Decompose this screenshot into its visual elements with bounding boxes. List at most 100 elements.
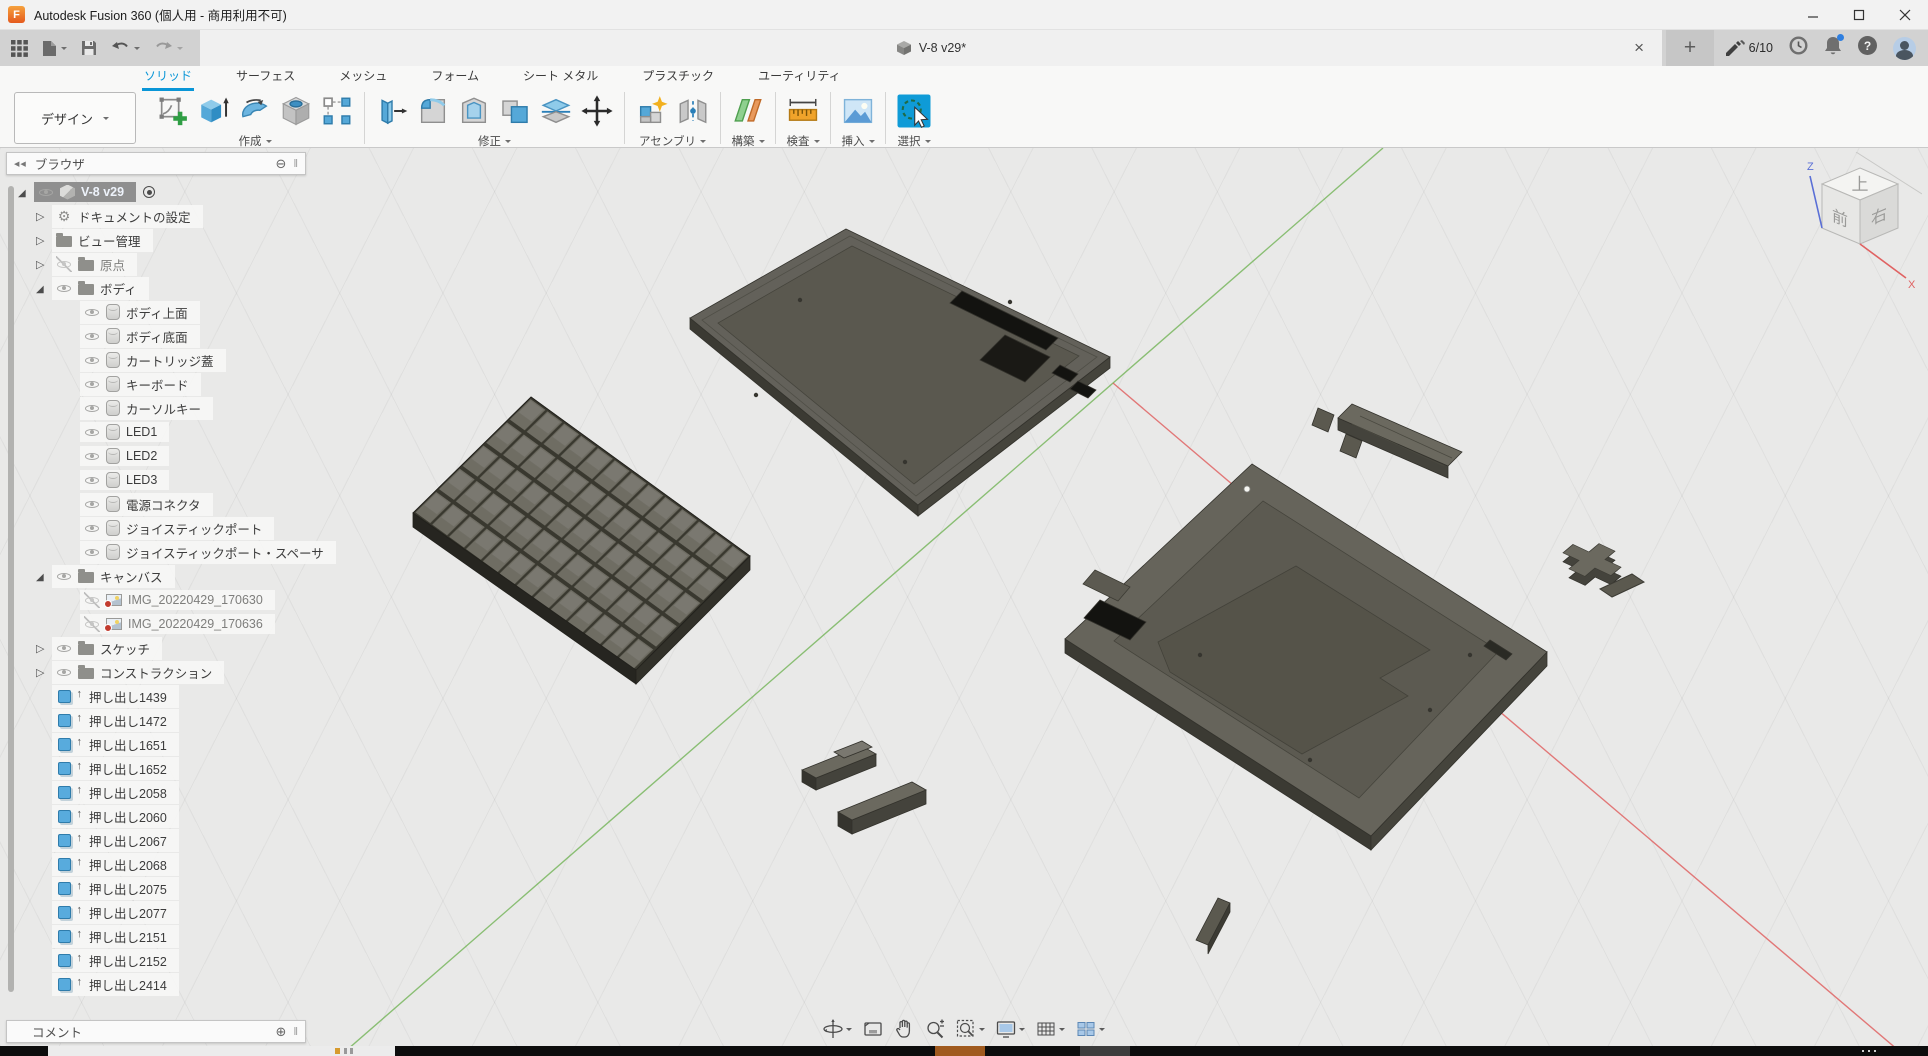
ribbon-tab[interactable]: サーフェス <box>234 64 297 91</box>
assemble-group-label[interactable]: アセンブリ <box>639 133 706 149</box>
visibility-eye-icon[interactable] <box>84 352 100 368</box>
tree-row[interactable]: LED1 <box>6 420 306 444</box>
visibility-eye-icon[interactable] <box>56 256 72 272</box>
close-button[interactable] <box>1882 0 1928 29</box>
revolve-button[interactable] <box>237 93 273 129</box>
tree-row[interactable]: キャンバス <box>6 564 306 588</box>
tree-row[interactable]: 押し出し2068 <box>6 852 306 876</box>
tree-row[interactable]: 押し出し2151 <box>6 924 306 948</box>
ribbon-tab[interactable]: ソリッド <box>142 64 194 91</box>
comment-header[interactable]: コメント ⊕ <box>6 1020 306 1043</box>
tree-row[interactable]: V-8 v29 <box>6 180 306 204</box>
tree-row[interactable]: カートリッジ蓋 <box>6 348 306 372</box>
tree-row[interactable]: 押し出し2152 <box>6 948 306 972</box>
tree-row[interactable]: 押し出し1651 <box>6 732 306 756</box>
visibility-eye-icon[interactable] <box>56 640 72 656</box>
ribbon-tab[interactable]: メッシュ <box>337 64 389 91</box>
viewports-button[interactable] <box>1072 1015 1109 1043</box>
tree-row[interactable]: IMG_20220429_170630 <box>6 588 306 612</box>
browser-header[interactable]: ブラウザ ⊖ <box>6 152 306 175</box>
tree-row[interactable]: 押し出し2414 <box>6 972 306 996</box>
remove-panel-icon[interactable]: ⊖ <box>276 157 287 170</box>
select-button[interactable] <box>895 92 933 130</box>
viewport[interactable]: 上 前 右 Z X ブラウザ ⊖ <box>0 148 1928 1046</box>
ribbon-tab[interactable]: プラスチック <box>640 64 716 91</box>
tree-row[interactable]: ジョイスティックポート・スペーサ <box>6 540 306 564</box>
part-body-bottom-case[interactable] <box>1065 464 1547 850</box>
tree-row[interactable]: ボディ底面 <box>6 324 306 348</box>
collapse-panel-icon[interactable] <box>14 160 27 168</box>
tree-row[interactable]: コンストラクション <box>6 660 306 684</box>
grid-display-button[interactable] <box>1032 1015 1069 1043</box>
job-status[interactable]: 6/10 <box>1725 40 1773 57</box>
activate-component-radio[interactable] <box>143 186 155 198</box>
new-document-button[interactable]: + <box>1666 30 1714 66</box>
browser-scrollbar[interactable] <box>8 186 14 992</box>
tree-row[interactable]: 押し出し2067 <box>6 828 306 852</box>
visibility-eye-icon[interactable] <box>84 472 100 488</box>
tree-row[interactable]: 押し出し1652 <box>6 756 306 780</box>
add-comment-icon[interactable]: ⊕ <box>276 1025 287 1038</box>
workspace-selector[interactable]: デザイン <box>14 92 136 144</box>
tree-row[interactable]: 押し出し2058 <box>6 780 306 804</box>
notifications-button[interactable] <box>1824 36 1842 61</box>
expand-arrow-icon[interactable] <box>36 281 52 295</box>
visibility-eye-icon[interactable] <box>84 328 100 344</box>
tree-row[interactable]: ジョイスティックポート <box>6 516 306 540</box>
visibility-eye-icon[interactable] <box>84 592 100 608</box>
panel-drag-grip[interactable] <box>293 1026 298 1038</box>
visibility-eye-icon[interactable] <box>56 664 72 680</box>
tree-row[interactable]: 押し出し2077 <box>6 900 306 924</box>
file-menu-button[interactable] <box>37 36 72 61</box>
tree-row[interactable]: IMG_20220429_170636 <box>6 612 306 636</box>
expand-arrow-icon[interactable] <box>36 569 52 583</box>
select-group-label[interactable]: 選択 <box>898 133 931 149</box>
insert-group-label[interactable]: 挿入 <box>842 133 875 149</box>
tree-row[interactable]: 押し出し1472 <box>6 708 306 732</box>
combine-button[interactable] <box>497 93 533 129</box>
expand-arrow-icon[interactable] <box>36 641 52 655</box>
tree-row[interactable]: 押し出し2060 <box>6 804 306 828</box>
tree-row[interactable]: ドキュメントの設定 <box>6 204 306 228</box>
part-body-top-case[interactable] <box>690 229 1110 516</box>
visibility-eye-icon[interactable] <box>84 496 100 512</box>
fillet-button[interactable] <box>415 93 451 129</box>
construct-plane-button[interactable] <box>730 93 766 129</box>
ribbon-tab[interactable]: シート メタル <box>521 64 600 91</box>
visibility-eye-icon[interactable] <box>84 304 100 320</box>
timeline-strip[interactable] <box>48 1046 395 1056</box>
extrude-button[interactable] <box>196 93 232 129</box>
split-body-button[interactable] <box>538 93 574 129</box>
shell-button[interactable] <box>456 93 492 129</box>
part-keyboard[interactable] <box>413 397 750 684</box>
visibility-eye-icon[interactable] <box>84 616 100 632</box>
document-tab[interactable]: V-8 v29* × <box>200 30 1662 66</box>
display-settings-button[interactable] <box>992 1015 1029 1043</box>
minimize-button[interactable] <box>1790 0 1836 29</box>
insert-canvas-button[interactable] <box>840 93 876 129</box>
panel-drag-grip[interactable] <box>293 158 298 170</box>
ribbon-tab[interactable]: フォーム <box>429 64 481 91</box>
pan-button[interactable] <box>890 1015 918 1043</box>
measure-button[interactable] <box>785 93 821 129</box>
save-button[interactable] <box>76 36 102 60</box>
redo-button[interactable] <box>149 37 188 60</box>
create-sketch-button[interactable] <box>155 93 191 129</box>
user-avatar[interactable] <box>1893 37 1916 60</box>
history-button[interactable] <box>1788 35 1809 61</box>
press-pull-button[interactable] <box>374 93 410 129</box>
close-document-button[interactable]: × <box>1628 30 1650 66</box>
expand-arrow-icon[interactable] <box>18 185 34 199</box>
tree-row[interactable]: ボディ上面 <box>6 300 306 324</box>
data-panel-button[interactable] <box>6 36 33 61</box>
move-button[interactable] <box>579 93 615 129</box>
new-component-button[interactable] <box>634 93 670 129</box>
taskbar-active-app[interactable] <box>935 1046 985 1056</box>
expand-arrow-icon[interactable] <box>36 665 52 679</box>
tree-row[interactable]: LED2 <box>6 444 306 468</box>
undo-button[interactable] <box>106 37 145 60</box>
part-spacer-bar[interactable] <box>1196 898 1230 954</box>
visibility-eye-icon[interactable] <box>56 568 72 584</box>
inspect-group-label[interactable]: 検査 <box>787 133 820 149</box>
visibility-eye-icon[interactable] <box>56 280 72 296</box>
